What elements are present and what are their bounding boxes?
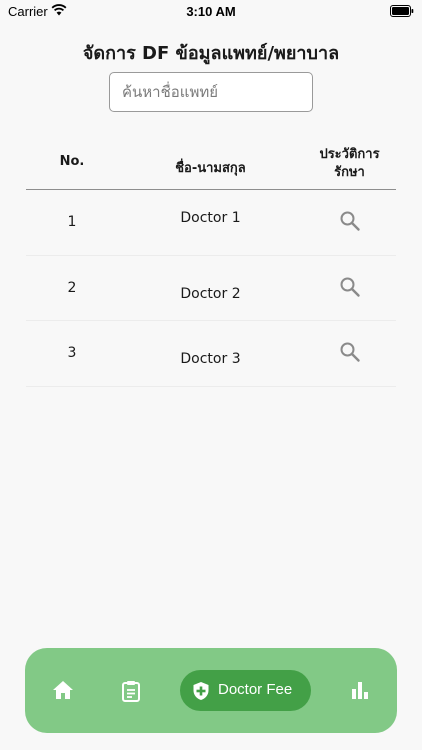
header-history: ประวัติการ รักษา <box>303 146 396 182</box>
header-name: ชื่อ-นามสกุล <box>175 161 246 176</box>
status-time: 3:10 AM <box>186 4 236 19</box>
search-icon <box>340 277 360 297</box>
header-no: No. <box>59 154 85 169</box>
doctor-name: Doctor 2 <box>180 285 241 302</box>
status-bar: Carrier 3:10 AM <box>0 0 422 24</box>
search-icon <box>340 211 360 231</box>
doctor-name: Doctor 3 <box>180 351 241 367</box>
search-input[interactable] <box>109 72 313 112</box>
header-history-line1: ประวัติการ <box>319 147 380 162</box>
nav-tasks-button[interactable] <box>121 680 141 706</box>
nav-stats-button[interactable] <box>350 681 370 703</box>
bottom-nav: Doctor Fee <box>25 648 397 733</box>
table-row: 2 Doctor 2 <box>26 256 396 321</box>
row-number: 1 <box>67 214 77 230</box>
header-history-line2: รักษา <box>334 165 365 180</box>
row-number: 3 <box>67 345 77 361</box>
clipboard-icon <box>122 681 140 702</box>
bar-chart-icon <box>352 682 368 699</box>
battery-icon <box>390 5 414 17</box>
doctor-name: Doctor 1 <box>180 210 241 226</box>
view-history-button[interactable] <box>303 341 396 367</box>
row-number: 2 <box>67 279 77 296</box>
search-icon <box>340 342 360 362</box>
screen: Carrier 3:10 AM จัดการ DF ข้อมูลแพทย์/พย… <box>0 0 422 750</box>
nav-doctor-fee-button[interactable]: Doctor Fee <box>180 670 311 711</box>
table-header: No. ชื่อ-นามสกุล ประวัติการ รักษา <box>26 140 396 190</box>
doctor-table: No. ชื่อ-นามสกุล ประวัติการ รักษา 1 Doct… <box>26 140 396 387</box>
table-row: 3 Doctor 3 <box>26 321 396 387</box>
shield-plus-icon <box>193 682 209 700</box>
nav-doctor-fee-label: Doctor Fee <box>218 681 293 698</box>
view-history-button[interactable] <box>303 276 396 302</box>
view-history-button[interactable] <box>303 210 396 236</box>
home-icon <box>53 681 73 699</box>
page-title: จัดการ DF ข้อมูลแพทย์/พยาบาล <box>82 43 340 64</box>
nav-home-button[interactable] <box>52 680 74 704</box>
table-row: 1 Doctor 1 <box>26 190 396 256</box>
